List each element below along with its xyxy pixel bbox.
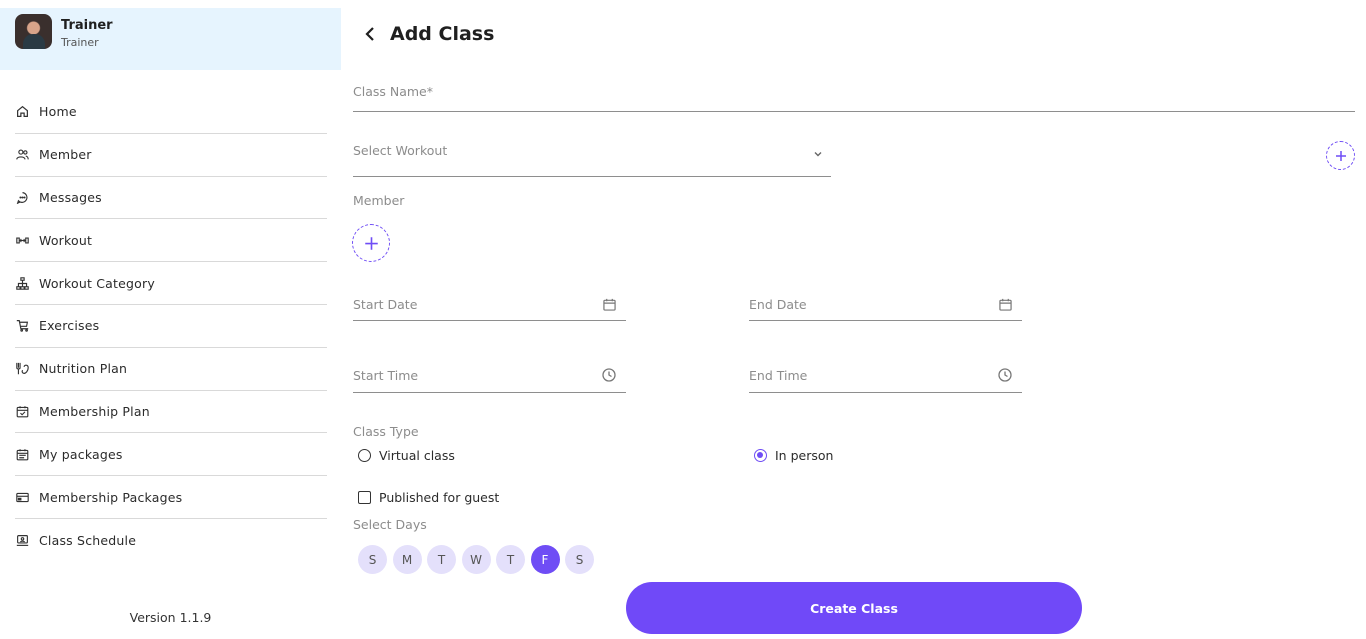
clock-icon [602,367,616,386]
sidebar-item-label: Membership Plan [39,403,150,419]
day-tuesday[interactable]: T [427,545,456,574]
sidebar-item-nutrition-plan[interactable]: Nutrition Plan [15,348,327,391]
profile-card[interactable]: Trainer Trainer [0,8,341,70]
virtual-class-radio[interactable]: Virtual class [358,448,455,463]
sidebar-item-membership-packages[interactable]: Membership Packages [15,476,327,519]
start-time-field[interactable]: Start Time [353,361,626,393]
page-header: Add Class [364,22,494,46]
day-monday[interactable]: M [392,545,422,574]
back-arrow-icon[interactable] [364,22,380,46]
sidebar-item-membership-plan[interactable]: Membership Plan [15,391,327,434]
avatar [15,14,52,49]
radio-indicator[interactable] [754,449,767,462]
start-date-field[interactable]: Start Date [353,290,626,321]
sidebar-item-my-packages[interactable]: My packages [15,433,327,477]
sidebar-item-label: Member [39,147,92,163]
add-member-button[interactable] [352,224,390,262]
create-class-button[interactable]: Create Class [626,582,1082,634]
select-workout-placeholder: Select Workout [353,143,448,158]
sidebar-item-label: Workout [39,232,93,248]
sidebar-nav: Home Member Messages Workout Workout Cat… [15,91,327,562]
end-time-placeholder: End Time [749,368,808,383]
profile-role: Trainer [61,36,99,49]
end-date-field[interactable]: End Date [749,290,1022,321]
sidebar-item-label: Messages [39,189,102,205]
sidebar-item-label: Home [39,104,77,120]
sidebar-item-label: Membership Packages [39,489,183,505]
profile-name: Trainer [61,18,113,33]
day-wednesday[interactable]: W [461,545,491,574]
users-icon [15,148,29,162]
in-person-radio[interactable]: In person [754,448,833,463]
checkbox-indicator[interactable] [358,491,371,504]
sidebar: Trainer Trainer Home Member Messages Wor… [0,0,342,639]
day-sunday[interactable]: S [358,545,387,574]
member-label: Member [353,193,405,208]
sidebar-item-workout[interactable]: Workout [15,219,327,263]
sidebar-item-workout-category[interactable]: Workout Category [15,262,327,305]
sidebar-item-exercises[interactable]: Exercises [15,305,327,348]
sidebar-item-member[interactable]: Member [15,134,327,177]
calendar-list-icon [15,447,29,461]
calendar-check-icon [15,404,29,418]
day-thursday[interactable]: T [496,545,525,574]
day-friday[interactable]: F [530,545,560,574]
clock-icon [998,367,1012,386]
sidebar-item-messages[interactable]: Messages [15,177,327,220]
sidebar-item-label: Exercises [39,318,100,334]
select-days-label: Select Days [353,517,427,532]
day-selector: S M T W T F S [358,545,594,574]
virtual-class-label: Virtual class [379,448,455,463]
day-saturday[interactable]: S [565,545,594,574]
add-workout-button[interactable] [1326,141,1355,170]
end-time-field[interactable]: End Time [749,361,1022,393]
select-workout-dropdown[interactable]: Select Workout [353,140,831,177]
class-name-field[interactable]: Class Name* [353,80,1355,112]
treadmill-icon [15,319,29,333]
sidebar-item-label: Workout Category [39,275,155,291]
nutrition-icon [15,362,29,376]
hierarchy-icon [15,276,29,290]
version-text: Version 1.1.9 [129,610,212,625]
calendar-icon [603,296,616,315]
monitor-icon [15,533,29,547]
page-title: Add Class [390,23,495,45]
start-time-placeholder: Start Time [353,368,419,383]
class-name-placeholder: Class Name* [353,84,433,99]
calendar-icon [999,296,1012,315]
dumbbell-icon [15,233,29,247]
chevron-down-icon [813,144,823,163]
published-for-guest-checkbox[interactable]: Published for guest [358,490,499,505]
published-label: Published for guest [379,490,500,505]
card-icon [15,490,29,504]
chat-icon [15,190,29,204]
sidebar-item-class-schedule[interactable]: Class Schedule [15,519,327,562]
sidebar-item-home[interactable]: Home [15,91,327,134]
start-date-placeholder: Start Date [353,297,418,312]
end-date-placeholder: End Date [749,297,807,312]
radio-indicator[interactable] [358,449,371,462]
sidebar-item-label: Class Schedule [39,532,137,548]
class-type-label: Class Type [353,424,419,439]
sidebar-item-label: My packages [39,446,123,462]
home-icon [15,105,29,119]
in-person-label: In person [775,448,834,463]
sidebar-item-label: Nutrition Plan [39,361,128,377]
